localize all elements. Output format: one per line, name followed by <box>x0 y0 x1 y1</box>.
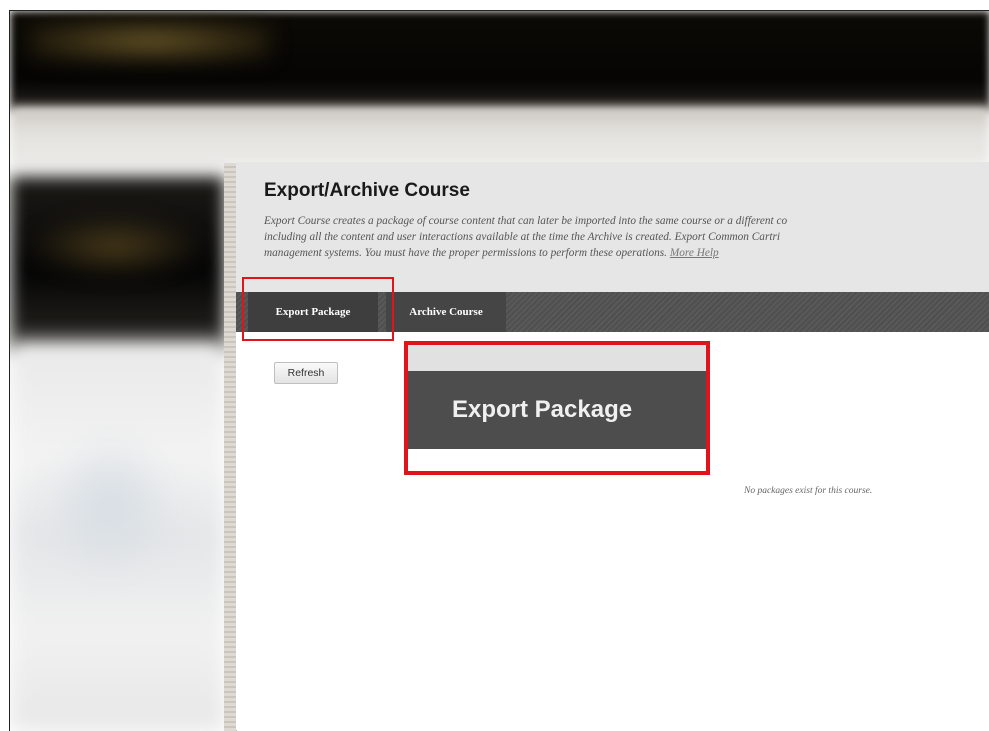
callout-label: Export Package <box>452 396 633 423</box>
description-line: Export Course creates a package of cours… <box>264 215 788 227</box>
menu-divider-handle[interactable] <box>224 163 236 731</box>
highlight-box-tab <box>242 277 394 341</box>
page-header: Export/Archive Course Export Course crea… <box>236 162 989 293</box>
empty-state-message: No packages exist for this course. <box>744 486 873 496</box>
callout-top-strip <box>408 345 706 371</box>
blurred-menu-item <box>40 431 180 581</box>
callout-bottom-strip <box>408 449 706 471</box>
blurred-nav-bar <box>10 106 989 166</box>
refresh-button[interactable]: Refresh <box>274 362 338 384</box>
page-title: Export/Archive Course <box>264 180 470 201</box>
description-line: including all the content and user inter… <box>264 231 781 243</box>
more-help-link[interactable]: More Help <box>670 247 719 259</box>
tab-archive-course[interactable]: Archive Course <box>386 292 506 332</box>
blurred-course-banner <box>30 216 200 276</box>
page-description: Export Course creates a package of cours… <box>264 213 989 261</box>
description-line: management systems. You must have the pr… <box>264 245 989 261</box>
blurred-logo <box>30 21 270 61</box>
zoom-callout: Export Package <box>404 341 710 475</box>
description-line-text: management systems. You must have the pr… <box>264 247 668 259</box>
